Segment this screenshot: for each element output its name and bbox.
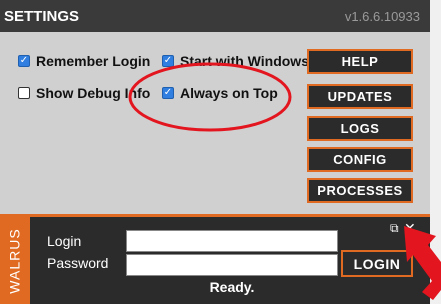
always-on-top-option[interactable]: ✓ Always on Top (162, 85, 278, 101)
config-button[interactable]: CONFIG (307, 147, 413, 172)
login-input[interactable] (126, 230, 338, 252)
logs-button[interactable]: LOGS (307, 116, 413, 141)
help-button[interactable]: HELP (307, 49, 413, 74)
show-debug-info-checkbox[interactable] (18, 87, 30, 99)
remember-login-option[interactable]: ✓ Remember Login (18, 53, 150, 69)
settings-title: SETTINGS (4, 8, 80, 25)
password-label: Password (47, 255, 109, 271)
processes-button[interactable]: PROCESSES (307, 178, 413, 203)
start-with-windows-checkbox[interactable]: ✓ (162, 55, 174, 67)
title-bar: SETTINGS v1.6.6.10933 (0, 0, 430, 32)
remember-login-label: Remember Login (36, 53, 151, 69)
updates-button[interactable]: UPDATES (307, 84, 413, 109)
password-input[interactable] (126, 254, 338, 276)
settings-panel: ✓ Remember Login ✓ Start with Windows Sh… (0, 32, 430, 214)
start-with-windows-label: Start with Windows (180, 53, 309, 69)
walrus-settings-window: SETTINGS v1.6.6.10933 ✓ Remember Login ✓… (0, 0, 430, 304)
always-on-top-checkbox[interactable]: ✓ (162, 87, 174, 99)
start-with-windows-option[interactable]: ✓ Start with Windows (162, 53, 309, 69)
show-debug-info-option[interactable]: Show Debug Info (18, 85, 150, 101)
brand-strip: WALRUS (0, 217, 30, 304)
close-icon[interactable]: ✕ (404, 221, 416, 235)
status-text: Ready. (209, 279, 255, 295)
version-label: v1.6.6.10933 (344, 9, 420, 24)
login-panel: WALRUS Login Password LOGIN Ready. ⧉ ✕ (0, 214, 430, 304)
login-label: Login (47, 233, 82, 249)
brand-label: WALRUS (7, 227, 24, 294)
login-button[interactable]: LOGIN (341, 250, 413, 277)
show-debug-info-label: Show Debug Info (36, 85, 151, 101)
always-on-top-label: Always on Top (180, 85, 278, 101)
restore-window-icon[interactable]: ⧉ (390, 222, 399, 234)
remember-login-checkbox[interactable]: ✓ (18, 55, 30, 67)
